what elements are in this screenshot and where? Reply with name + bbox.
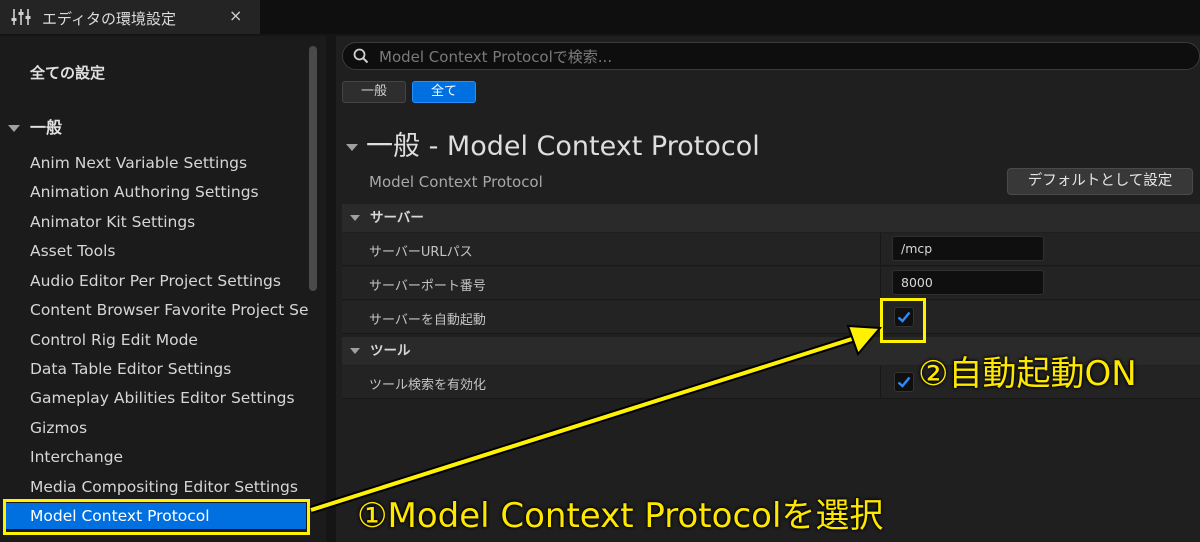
url-path-field[interactable]: /mcp — [892, 236, 1044, 261]
collapse-triangle-icon — [350, 215, 360, 221]
settings-main-panel: 一般 全て 一般 - Model Context Protocol Model … — [336, 36, 1200, 542]
selection-highlight-box — [3, 499, 310, 535]
sliders-icon — [11, 9, 31, 25]
title-bar: エディタの環境設定 × — [0, 0, 1200, 34]
property-row-port: サーバーポート番号 8000 — [342, 267, 1200, 300]
property-row-url-path: サーバーURLパス /mcp — [342, 233, 1200, 266]
sidebar-item[interactable]: Data Table Editor Settings — [30, 356, 308, 382]
port-field[interactable]: 8000 — [892, 270, 1044, 295]
sidebar-item[interactable]: Asset Tools — [30, 238, 308, 264]
collapse-triangle-icon — [346, 144, 358, 151]
enable-search-label: ツール検索を有効化 — [369, 378, 487, 393]
section-subtitle: Model Context Protocol — [369, 173, 543, 191]
sidebar-item[interactable]: Animation Authoring Settings — [30, 179, 308, 205]
collapse-triangle-icon — [350, 348, 360, 354]
sidebar-item[interactable]: Anim Next Variable Settings — [30, 150, 308, 176]
all-settings-link[interactable]: 全ての設定 — [30, 62, 105, 83]
column-divider[interactable] — [880, 267, 881, 300]
preferences-window: エディタの環境設定 × 全ての設定 一般 Anim Next Variable … — [0, 0, 1200, 542]
annotation-step2: ②自動起動ON — [918, 354, 1137, 394]
annotation-step1: ①Model Context Protocolを選択 — [357, 496, 884, 536]
category-general[interactable]: 一般 — [8, 114, 62, 138]
search-input[interactable] — [379, 46, 1179, 68]
sidebar-item[interactable]: Content Browser Favorite Project Se — [30, 297, 308, 323]
category-general-label: 一般 — [30, 118, 63, 137]
filter-all-button[interactable]: 全て — [412, 81, 476, 103]
section-title-text: 一般 - Model Context Protocol — [366, 131, 760, 162]
sidebar-item[interactable]: Interchange — [30, 444, 308, 470]
property-row-autostart: サーバーを自動起動 — [342, 301, 1200, 334]
search-bar — [342, 42, 1200, 70]
group-tools-label: ツール — [370, 343, 411, 359]
sidebar-scrollbar[interactable] — [309, 46, 317, 291]
port-label: サーバーポート番号 — [369, 279, 486, 294]
group-server-label: サーバー — [370, 210, 424, 226]
sidebar-item[interactable]: Control Rig Edit Mode — [30, 327, 308, 353]
autostart-label: サーバーを自動起動 — [369, 313, 486, 328]
checkmark-icon — [897, 376, 911, 388]
column-divider[interactable] — [880, 366, 881, 399]
checkbox-highlight-box — [880, 298, 926, 343]
sidebar-item[interactable]: Animator Kit Settings — [30, 209, 308, 235]
group-header-server[interactable]: サーバー — [342, 204, 1200, 232]
sidebar-item[interactable]: Gizmos — [30, 415, 308, 441]
enable-search-checkbox[interactable] — [894, 372, 914, 392]
editor-preferences-tab[interactable]: エディタの環境設定 × — [0, 0, 260, 34]
url-path-label: サーバーURLパス — [369, 245, 473, 260]
sidebar-item[interactable]: Gameplay Abilities Editor Settings — [30, 385, 308, 411]
search-icon — [353, 48, 369, 64]
section-title[interactable]: 一般 - Model Context Protocol — [346, 124, 760, 163]
settings-sidebar: 全ての設定 一般 Anim Next Variable Settings Ani… — [0, 36, 326, 542]
sidebar-item[interactable]: Audio Editor Per Project Settings — [30, 268, 308, 294]
sidebar-item[interactable]: Media Compositing Editor Settings — [30, 474, 308, 500]
collapse-triangle-icon — [8, 125, 20, 132]
tab-title: エディタの環境設定 — [42, 10, 176, 28]
close-icon[interactable]: × — [229, 6, 242, 25]
filter-general-button[interactable]: 一般 — [342, 81, 406, 103]
column-divider[interactable] — [880, 233, 881, 266]
set-as-default-button[interactable]: デフォルトとして設定 — [1007, 168, 1193, 195]
